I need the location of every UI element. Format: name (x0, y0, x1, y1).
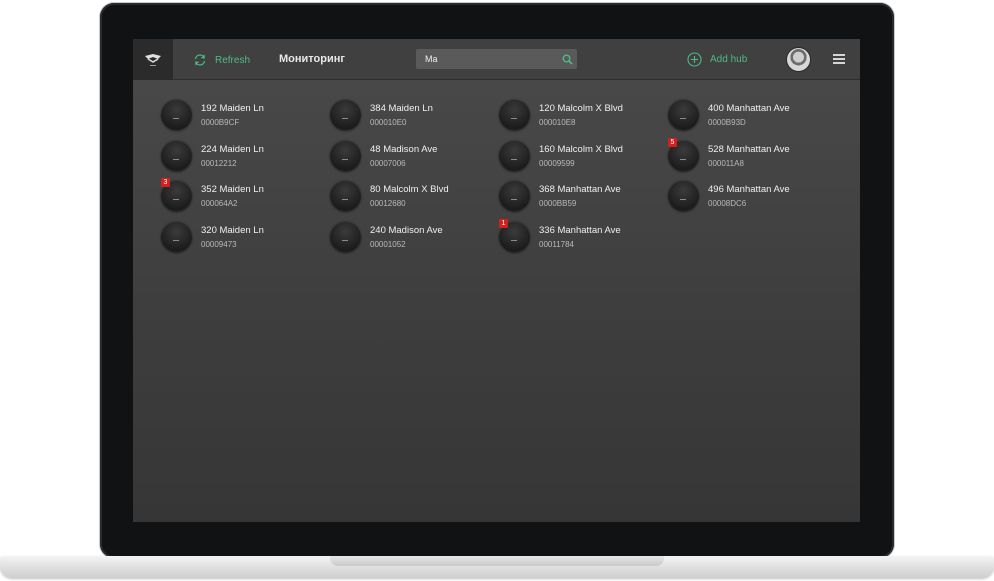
alarm-count-badge: 3 (161, 178, 170, 187)
hub-name: 120 Malcolm X Blvd (539, 103, 623, 114)
page-title: Мониторинг (279, 53, 345, 65)
hub-id: 00011784 (539, 239, 574, 249)
search-input[interactable] (416, 49, 557, 69)
hub-text: 528 Manhattan Ave 000011A8 (708, 140, 790, 171)
hub-name: 352 Maiden Ln (201, 184, 264, 195)
hub-card[interactable]: 320 Maiden Ln 00009473 (161, 220, 330, 262)
hub-name: 400 Manhattan Ave (708, 103, 790, 114)
add-hub-label: Add hub (710, 54, 748, 65)
hub-card[interactable]: 192 Maiden Ln 0000B9CF (161, 99, 330, 140)
refresh-label: Refresh (215, 54, 251, 66)
hub-text: 368 Manhattan Ave 0000BB59 (539, 180, 621, 211)
hub-card[interactable]: 224 Maiden Ln 00012212 (161, 139, 330, 181)
hub-card[interactable]: 368 Manhattan Ave 0000BB59 (499, 180, 668, 221)
hub-card[interactable]: 48 Madison Ave 00007006 (330, 139, 499, 181)
hub-id: 0000BB59 (539, 199, 577, 208)
hub-name: 368 Manhattan Ave (539, 184, 621, 195)
hub-device-icon (161, 99, 192, 130)
hub-text: 48 Madison Ave 00007006 (370, 140, 437, 171)
hub-card[interactable]: 5 528 Manhattan Ave 000011A8 (668, 137, 837, 181)
hub-id: 000064A2 (201, 199, 238, 208)
hub-text: 224 Maiden Ln 00012212 (201, 140, 264, 171)
hub-name: 224 Maiden Ln (201, 143, 264, 155)
hub-device-icon (499, 180, 530, 211)
hub-card[interactable]: 1 336 Manhattan Ave 00011784 (499, 218, 668, 262)
hub-device-icon (499, 139, 530, 171)
hub-card[interactable]: 384 Maiden Ln 000010E0 (330, 99, 499, 140)
hub-id: 00008DC6 (708, 199, 747, 208)
hub-name: 48 Madison Ave (370, 143, 438, 155)
hub-device-icon (499, 99, 530, 130)
hub-text: 496 Manhattan Ave 00008DC6 (708, 180, 790, 211)
alarm-count-badge: 1 (499, 218, 508, 228)
laptop-base (0, 556, 994, 578)
hub-id: 000010E0 (370, 118, 407, 127)
hub-name: 160 Malcolm X Blvd (539, 143, 623, 155)
hub-text: 192 Maiden Ln 0000B9CF (201, 99, 264, 130)
hub-id: 000011A8 (708, 158, 744, 168)
hub-text: 80 Malcolm X Blvd 00012680 (370, 180, 449, 211)
refresh-button[interactable]: Refresh (193, 51, 250, 69)
top-bar: Refresh Мониторинг Add hub (133, 39, 860, 80)
hub-device-icon (330, 180, 361, 211)
hub-device-icon (668, 180, 699, 211)
hub-device-icon (161, 139, 192, 171)
hub-name: 80 Malcolm X Blvd (370, 184, 449, 195)
hub-text: 400 Manhattan Ave 0000B93D (708, 99, 790, 130)
hub-id: 00009599 (539, 158, 575, 168)
hub-name: 336 Manhattan Ave (539, 224, 621, 236)
hamburger-menu-icon[interactable] (833, 54, 845, 64)
hub-text: 384 Maiden Ln 000010E0 (370, 99, 433, 130)
hub-card[interactable]: 400 Manhattan Ave 0000B93D (668, 99, 837, 140)
hub-id: 00012680 (370, 199, 406, 208)
hub-id: 000010E8 (539, 118, 576, 127)
hub-card[interactable]: 496 Manhattan Ave 00008DC6 (668, 180, 837, 221)
hub-card[interactable]: 240 Madison Ave 00001052 (330, 220, 499, 262)
hub-text: 240 Madison Ave 00001052 (370, 221, 443, 252)
hub-text: 352 Maiden Ln 000064A2 (201, 180, 264, 211)
hub-name: 528 Manhattan Ave (708, 143, 790, 155)
hub-text: 336 Manhattan Ave 00011784 (539, 221, 621, 252)
hub-list: 192 Maiden Ln 0000B9CF 384 Maiden Ln 000010… (161, 99, 841, 269)
hub-card[interactable]: 120 Malcolm X Blvd 000010E8 (499, 99, 668, 140)
user-avatar[interactable] (786, 47, 811, 72)
search-icon[interactable] (557, 49, 577, 69)
hub-device-icon (668, 99, 699, 130)
hub-device-icon (330, 139, 361, 171)
hub-id: 0000B9CF (201, 118, 240, 127)
app-logo[interactable] (133, 39, 173, 80)
hub-text: 160 Malcolm X Blvd 00009599 (539, 140, 623, 171)
hub-device-icon (161, 220, 192, 252)
hub-device-icon (330, 220, 361, 252)
hub-card[interactable]: 80 Malcolm X Blvd 00012680 (330, 180, 499, 221)
hub-text: 320 Maiden Ln 00009473 (201, 221, 264, 252)
hub-name: 496 Manhattan Ave (708, 184, 790, 195)
ajax-logo-icon (145, 53, 161, 66)
hub-id: 00012212 (201, 158, 237, 168)
hub-id: 00001052 (370, 239, 406, 249)
hub-id: 00007006 (370, 158, 406, 168)
add-hub-button[interactable]: Add hub (687, 52, 747, 67)
hub-id: 00009473 (201, 239, 237, 249)
hub-name: 384 Maiden Ln (370, 103, 433, 114)
search-box (416, 49, 577, 69)
hub-name: 320 Maiden Ln (201, 224, 264, 236)
hub-id: 0000B93D (708, 118, 746, 127)
hub-card[interactable]: 160 Malcolm X Blvd 00009599 (499, 139, 668, 181)
hub-name: 192 Maiden Ln (201, 103, 264, 114)
alarm-count-badge: 5 (668, 137, 677, 147)
app-screen: Refresh Мониторинг Add hub 192 (133, 39, 860, 522)
hub-card[interactable]: 3 352 Maiden Ln 000064A2 (161, 178, 330, 221)
laptop-notch (330, 556, 664, 566)
hub-device-icon (330, 99, 361, 130)
hub-text: 120 Malcolm X Blvd 000010E8 (539, 99, 623, 130)
hub-name: 240 Madison Ave (370, 224, 443, 236)
add-circle-icon (687, 52, 702, 67)
refresh-icon (194, 54, 206, 66)
